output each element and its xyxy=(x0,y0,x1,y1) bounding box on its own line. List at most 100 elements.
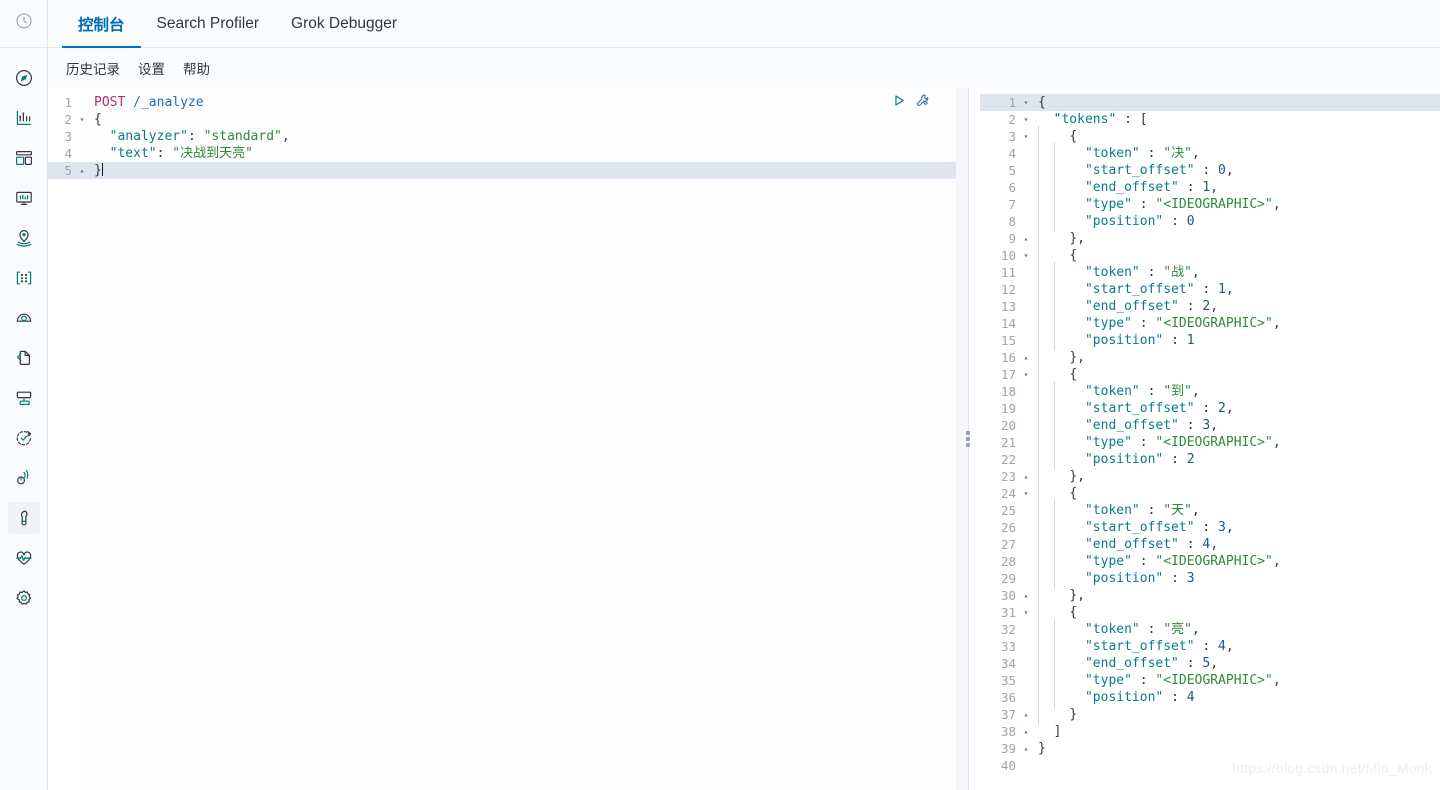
code-line[interactable]: 28 "type" : "<IDEOGRAPHIC>", xyxy=(980,551,1440,572)
code-line[interactable]: 24 ▾ { xyxy=(980,483,1440,504)
code-line[interactable]: 30 ▴ }, xyxy=(980,585,1440,606)
sidebar-item-visualize[interactable] xyxy=(8,102,40,134)
code-line[interactable]: 33 "start_offset" : 4, xyxy=(980,636,1440,657)
code-line[interactable]: 16 ▴ }, xyxy=(980,347,1440,368)
code-line[interactable]: 29 "position" : 3 xyxy=(980,568,1440,589)
sidebar-item-canvas[interactable] xyxy=(8,182,40,214)
fold-down-icon[interactable]: ▾ xyxy=(1020,604,1032,621)
code-line[interactable]: 3 "analyzer": "standard", xyxy=(48,128,956,145)
code-line[interactable]: 11 "token" : "战", xyxy=(980,262,1440,283)
tab-grok-debugger[interactable]: Grok Debugger xyxy=(275,0,413,47)
settings-button[interactable]: 设置 xyxy=(138,58,165,78)
sidebar-item-machine-learning[interactable] xyxy=(8,262,40,294)
console-split-view: 1 POST /_analyze 2 ▾ {3 "analyzer": "standar… xyxy=(48,88,1440,790)
code-line[interactable]: 32 "token" : "亮", xyxy=(980,619,1440,640)
sidebar-item-maps[interactable] xyxy=(8,222,40,254)
code-line[interactable]: 34 "end_offset" : 5, xyxy=(980,653,1440,674)
code-line[interactable]: 2 ▾ { xyxy=(48,111,956,128)
code-line[interactable]: 1 POST /_analyze xyxy=(48,94,956,111)
sidebar-item-discover[interactable] xyxy=(8,62,40,94)
code-line[interactable]: 14 "type" : "<IDEOGRAPHIC>", xyxy=(980,313,1440,334)
fold-up-icon[interactable]: ▴ xyxy=(1020,468,1032,485)
play-send-icon[interactable] xyxy=(892,93,907,113)
code-line[interactable]: 3 ▾ { xyxy=(980,126,1440,147)
code-line[interactable]: 36 "position" : 4 xyxy=(980,687,1440,708)
code-line[interactable]: 26 "start_offset" : 3, xyxy=(980,517,1440,538)
code-line[interactable]: 20 "end_offset" : 3, xyxy=(980,415,1440,436)
code-token: { xyxy=(1069,605,1078,620)
code-line[interactable]: 37 ▴ } xyxy=(980,704,1440,725)
fold-up-icon[interactable]: ▴ xyxy=(1020,587,1032,604)
code-line[interactable]: 5 ▴} xyxy=(48,162,956,179)
code-line[interactable]: 25 "token" : "天", xyxy=(980,500,1440,521)
code-line[interactable]: 5 "start_offset" : 0, xyxy=(980,160,1440,181)
fold-up-icon[interactable]: ▴ xyxy=(1020,230,1032,247)
code-line[interactable]: 13 "end_offset" : 2, xyxy=(980,296,1440,317)
code-line[interactable]: 1 ▾ { xyxy=(980,94,1440,111)
response-editor-pane[interactable]: 1 ▾{2 ▾ "tokens" : [3 ▾ {4 "token" : "决", 5 … xyxy=(980,88,1440,790)
code-token: 3 xyxy=(1218,520,1226,535)
code-line[interactable]: 2 ▾ "tokens" : [ xyxy=(980,111,1440,128)
code-line[interactable]: 27 "end_offset" : 4, xyxy=(980,534,1440,555)
fold-down-icon[interactable]: ▾ xyxy=(76,111,88,128)
fold-up-icon[interactable]: ▴ xyxy=(1020,740,1032,757)
line-number: 2 xyxy=(64,112,72,127)
code-line[interactable]: 23 ▴ }, xyxy=(980,466,1440,487)
code-line[interactable]: 12 "start_offset" : 1, xyxy=(980,279,1440,300)
code-line[interactable]: 4 "text": "决战到天亮" xyxy=(48,145,956,162)
history-button[interactable]: 历史记录 xyxy=(66,58,120,78)
code-line[interactable]: 19 "start_offset" : 2, xyxy=(980,398,1440,419)
code-line[interactable]: 39 ▴} xyxy=(980,740,1440,757)
splitter-grip-icon[interactable] xyxy=(966,431,970,447)
code-line[interactable]: 7 "type" : "<IDEOGRAPHIC>", xyxy=(980,194,1440,215)
fold-up-icon[interactable]: ▴ xyxy=(1020,706,1032,723)
indent-guide xyxy=(1053,313,1070,334)
fold-up-icon[interactable]: ▴ xyxy=(76,162,88,179)
fold-down-icon[interactable]: ▾ xyxy=(1020,94,1032,111)
wrench-actions-icon[interactable] xyxy=(915,93,931,114)
code-line[interactable]: 10 ▾ { xyxy=(980,245,1440,266)
fold-up-icon[interactable]: ▴ xyxy=(1020,723,1032,740)
fold-down-icon[interactable]: ▾ xyxy=(1020,111,1032,128)
response-editor[interactable]: 1 ▾{2 ▾ "tokens" : [3 ▾ {4 "token" : "决", 5 … xyxy=(980,88,1440,790)
indent-guide xyxy=(1038,160,1054,181)
fold-down-icon[interactable]: ▾ xyxy=(1020,366,1032,383)
help-button[interactable]: 帮助 xyxy=(183,58,210,78)
fold-down-icon[interactable]: ▾ xyxy=(1020,128,1032,145)
code-line[interactable]: 18 "token" : "到", xyxy=(980,381,1440,402)
code-line[interactable]: 35 "type" : "<IDEOGRAPHIC>", xyxy=(980,670,1440,691)
sidebar-item-apm[interactable] xyxy=(8,382,40,414)
sidebar-item-dashboard[interactable] xyxy=(8,142,40,174)
code-line[interactable]: 4 "token" : "决", xyxy=(980,143,1440,164)
sidebar-item-uptime[interactable] xyxy=(8,422,40,454)
code-line[interactable]: 9 ▴ }, xyxy=(980,228,1440,249)
code-token: "type" xyxy=(1084,197,1132,212)
code-line[interactable]: 38 ▴ ] xyxy=(980,723,1440,740)
sidebar-item-logs[interactable] xyxy=(8,342,40,374)
code-line[interactable]: 31 ▾ { xyxy=(980,602,1440,623)
sidebar-item-recently-viewed[interactable] xyxy=(0,0,47,48)
fold-down-icon[interactable]: ▾ xyxy=(1020,247,1032,264)
tab-search-profiler[interactable]: Search Profiler xyxy=(141,0,276,47)
sidebar-item-siem[interactable] xyxy=(8,462,40,494)
code-token: [ xyxy=(1139,112,1148,127)
pane-splitter[interactable] xyxy=(956,88,980,790)
code-line[interactable]: 22 "position" : 2 xyxy=(980,449,1440,470)
sidebar-item-infrastructure[interactable] xyxy=(8,302,40,334)
tab-console[interactable]: 控制台 xyxy=(62,0,141,48)
fold-down-icon[interactable]: ▾ xyxy=(1020,485,1032,502)
code-text: }, xyxy=(1032,585,1440,606)
sidebar-item-management[interactable] xyxy=(8,582,40,614)
request-editor[interactable]: 1 POST /_analyze 2 ▾ {3 "analyzer": "standar… xyxy=(48,88,956,790)
sidebar-item-dev-tools[interactable] xyxy=(7,502,40,534)
code-line[interactable]: 6 "end_offset" : 1, xyxy=(980,177,1440,198)
fold-up-icon[interactable]: ▴ xyxy=(1020,349,1032,366)
code-token: , xyxy=(1191,146,1200,161)
request-editor-pane[interactable]: 1 POST /_analyze 2 ▾ {3 "analyzer": "standar… xyxy=(48,88,956,790)
code-line[interactable]: 21 "type" : "<IDEOGRAPHIC>", xyxy=(980,432,1440,453)
code-line[interactable]: 15 "position" : 1 xyxy=(980,330,1440,351)
code-line[interactable]: 8 "position" : 0 xyxy=(980,211,1440,232)
sidebar-item-monitoring[interactable] xyxy=(8,542,40,574)
code-line[interactable]: 17 ▾ { xyxy=(980,364,1440,385)
